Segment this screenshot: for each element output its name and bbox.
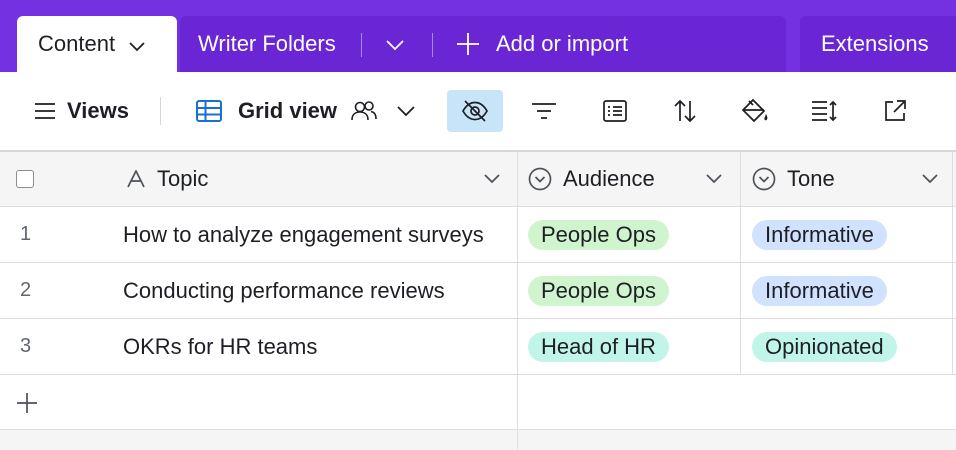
tab-divider <box>432 33 433 57</box>
plus-icon <box>16 392 38 414</box>
more-tables-button[interactable] <box>386 16 404 72</box>
extensions-label: Extensions <box>821 31 929 56</box>
single-select-icon <box>528 167 552 191</box>
add-or-import-button[interactable]: Add or import <box>456 16 628 72</box>
row-height-button[interactable] <box>797 90 853 132</box>
eye-slash-icon <box>461 100 489 122</box>
row-number: 1 <box>20 223 32 245</box>
text-field-icon <box>126 170 146 188</box>
row-number: 2 <box>20 279 32 301</box>
column-divider <box>517 152 518 449</box>
table-row[interactable]: 3 OKRs for HR teams Head of HR Opinionat… <box>0 319 956 375</box>
column-header-label: Topic <box>157 166 209 191</box>
share-icon <box>883 99 907 123</box>
topic-cell[interactable]: OKRs for HR teams <box>123 334 317 360</box>
chevron-down-icon[interactable] <box>706 174 722 184</box>
table-tab-bar: Content Writer Folders Add or import Ext… <box>0 0 956 72</box>
view-switcher[interactable]: Grid view <box>196 98 415 124</box>
grid-view-icon <box>196 100 222 122</box>
collaborators-icon <box>350 100 378 122</box>
chevron-down-icon[interactable] <box>922 174 938 184</box>
hamburger-icon <box>34 102 56 120</box>
chevron-down-icon[interactable] <box>129 32 145 58</box>
table-row[interactable]: 1 How to analyze engagement surveys Peop… <box>0 207 956 263</box>
views-label: Views <box>67 98 129 123</box>
tab-content[interactable]: Content <box>17 16 177 72</box>
paint-bucket-icon <box>741 98 769 124</box>
chevron-down-icon[interactable] <box>484 174 500 184</box>
select-all-checkbox[interactable] <box>16 152 34 206</box>
chevron-down-icon <box>397 105 415 117</box>
hide-fields-button[interactable] <box>447 90 503 132</box>
column-header-tone[interactable]: Tone <box>752 152 946 206</box>
tone-pill[interactable]: Informative <box>752 275 887 306</box>
group-button[interactable] <box>587 90 643 132</box>
column-divider <box>952 152 953 375</box>
add-or-import-label: Add or import <box>496 31 629 56</box>
tab-content-label: Content <box>38 31 116 56</box>
row-number: 3 <box>20 335 32 357</box>
view-toolbar: Views Grid view <box>0 72 956 150</box>
filter-icon <box>531 102 557 120</box>
checkbox[interactable] <box>16 170 34 188</box>
color-button[interactable] <box>727 90 783 132</box>
chevron-down-icon <box>386 31 404 57</box>
extensions-button[interactable]: Extensions <box>800 16 956 72</box>
column-divider <box>740 152 741 375</box>
share-button[interactable] <box>867 90 923 132</box>
audience-pill[interactable]: People Ops <box>528 219 669 250</box>
tone-pill[interactable]: Opinionated <box>752 331 897 362</box>
tab-divider <box>361 33 362 57</box>
column-header-topic[interactable]: Topic <box>126 152 506 206</box>
toolbar-divider <box>160 97 161 125</box>
tab-writer-folders-label: Writer Folders <box>198 31 336 56</box>
row-height-icon <box>811 100 839 122</box>
topic-cell[interactable]: Conducting performance reviews <box>123 278 445 304</box>
add-row[interactable] <box>0 375 956 430</box>
views-button[interactable]: Views <box>34 98 129 124</box>
grid-header: Topic Audience Tone <box>0 152 956 207</box>
column-header-label: Tone <box>787 166 835 191</box>
add-record-button[interactable] <box>16 375 38 430</box>
sort-button[interactable] <box>657 90 713 132</box>
column-header-audience[interactable]: Audience <box>528 152 730 206</box>
group-icon <box>603 100 627 122</box>
audience-pill[interactable]: Head of HR <box>528 331 669 362</box>
plus-icon <box>456 32 480 56</box>
filter-button[interactable] <box>516 90 572 132</box>
sort-icon <box>674 99 696 123</box>
topic-cell[interactable]: How to analyze engagement surveys <box>123 222 484 248</box>
data-grid: Topic Audience Tone 1 How to analyze eng… <box>0 150 956 450</box>
audience-pill[interactable]: People Ops <box>528 275 669 306</box>
single-select-icon <box>752 167 776 191</box>
view-name: Grid view <box>238 98 338 123</box>
tab-writer-folders[interactable]: Writer Folders <box>198 16 336 72</box>
tone-pill[interactable]: Informative <box>752 219 887 250</box>
column-header-label: Audience <box>563 166 655 191</box>
table-row[interactable]: 2 Conducting performance reviews People … <box>0 263 956 319</box>
